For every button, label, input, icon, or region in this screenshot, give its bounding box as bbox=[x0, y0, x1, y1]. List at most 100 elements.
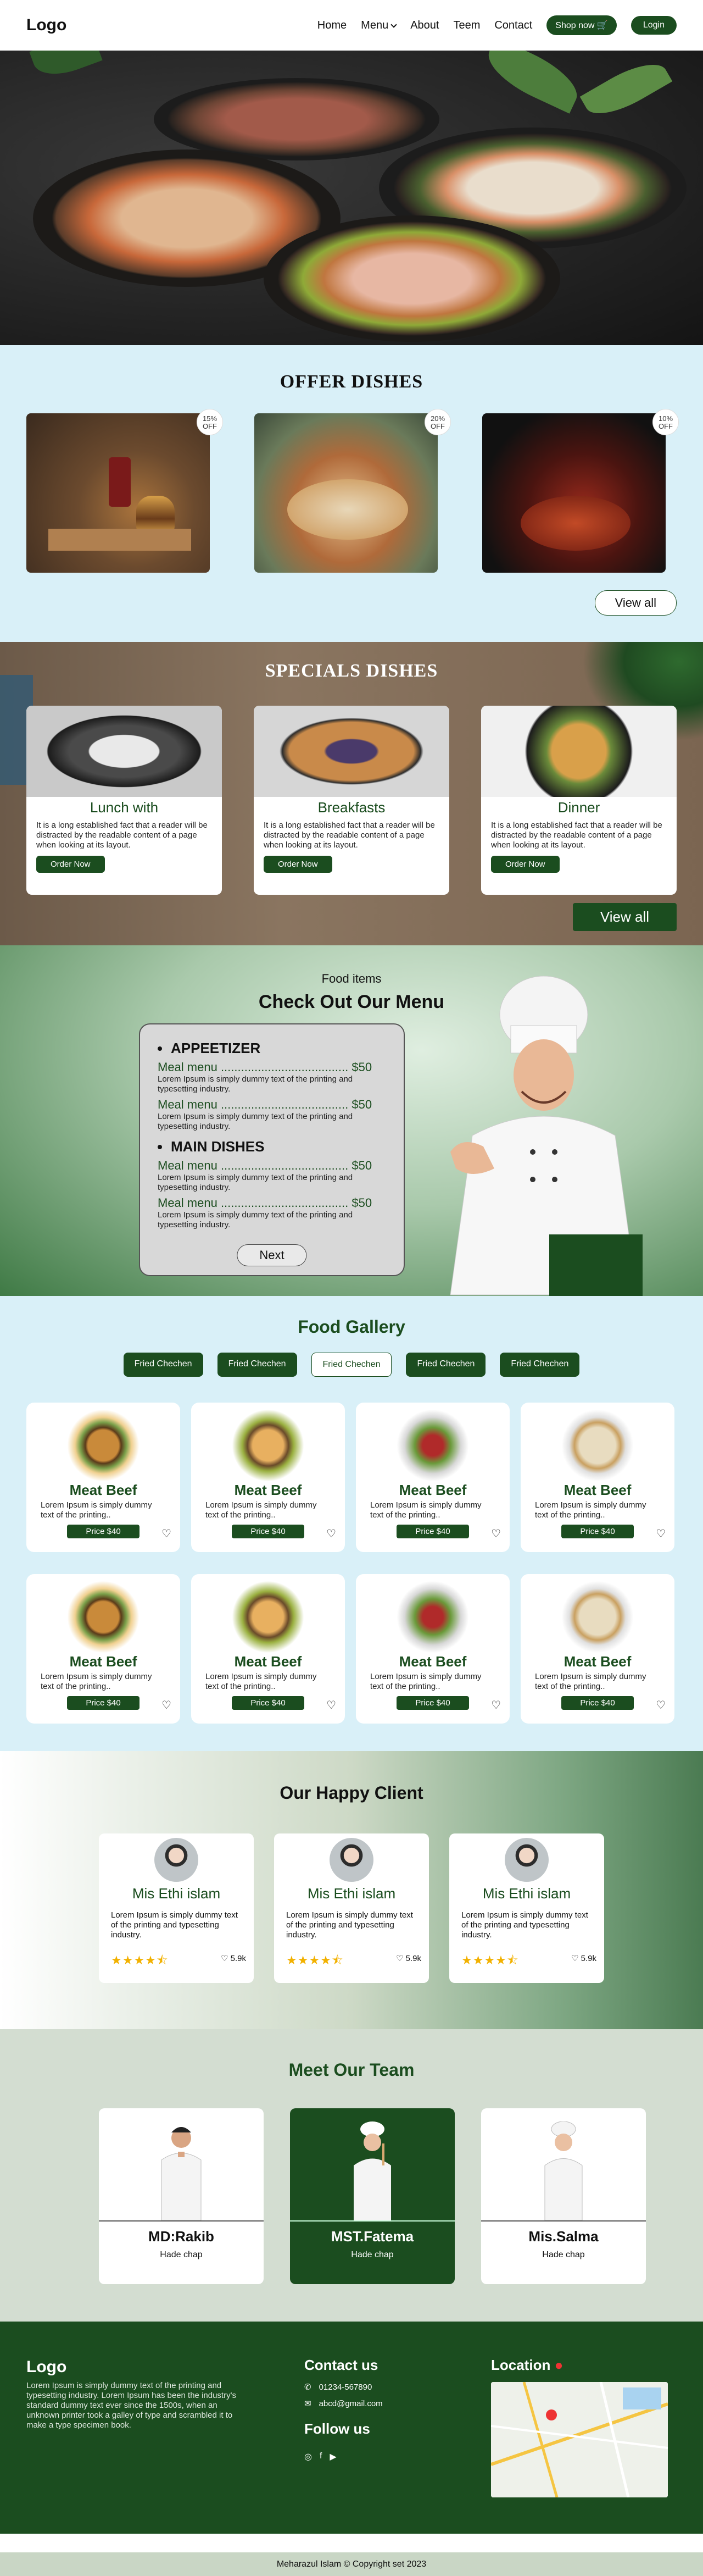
food-card-text: Lorem Ipsum is simply dummy text of the … bbox=[41, 1500, 152, 1520]
food-card-text: Lorem Ipsum is simply dummy text of the … bbox=[535, 1672, 646, 1691]
order-now-button[interactable]: Order Now bbox=[36, 856, 105, 873]
food-card[interactable]: Meat Beef Lorem Ipsum is simply dummy tex… bbox=[521, 1574, 674, 1724]
menu-item[interactable]: Meal menu ..............................… bbox=[158, 1098, 386, 1112]
menu-item[interactable]: Meal menu ..............................… bbox=[158, 1159, 386, 1173]
offer-card[interactable] bbox=[254, 413, 438, 573]
nav-menu[interactable]: Menu bbox=[361, 19, 397, 32]
menu-next-button[interactable]: Next bbox=[237, 1244, 307, 1266]
lunch-image bbox=[26, 706, 222, 797]
site-logo[interactable]: Logo bbox=[26, 16, 66, 35]
offer-title: OFFER DISHES bbox=[280, 372, 423, 392]
gallery-tab[interactable]: Fried Chechen bbox=[123, 1353, 203, 1377]
heart-icon[interactable]: ♡ bbox=[326, 1527, 336, 1541]
special-card[interactable]: Dinner It is a long established fact tha… bbox=[481, 706, 677, 895]
food-card-title: Meat Beef bbox=[69, 1653, 137, 1670]
food-card[interactable]: Meat Beef Lorem Ipsum is simply dummy tex… bbox=[356, 1574, 510, 1724]
price-button[interactable]: Price $40 bbox=[67, 1696, 140, 1710]
heart-icon[interactable]: ♡ bbox=[326, 1698, 336, 1712]
gallery-tab[interactable]: Fried Chechen bbox=[406, 1353, 486, 1377]
footer-logo[interactable]: Logo bbox=[26, 2358, 66, 2376]
likes-count: 5.9k bbox=[230, 1954, 246, 1963]
specials-view-all-button[interactable]: View all bbox=[572, 903, 677, 931]
shop-now-button[interactable]: Shop now 🛒 bbox=[546, 15, 617, 35]
team-card[interactable]: MD:Rakib Hade chap bbox=[99, 2108, 264, 2284]
food-card-text: Lorem Ipsum is simply dummy text of the … bbox=[205, 1672, 317, 1691]
contact-email[interactable]: ✉ abcd@gmail.com bbox=[304, 2398, 383, 2409]
heart-icon[interactable]: ♡ bbox=[656, 1527, 666, 1541]
special-card[interactable]: Lunch with It is a long established fact… bbox=[26, 706, 222, 895]
top-nav: Logo Home Menu About Teem Contact Shop n… bbox=[0, 0, 703, 51]
food-card-title: Meat Beef bbox=[563, 1653, 632, 1670]
location-map[interactable] bbox=[491, 2382, 668, 2497]
heart-icon[interactable]: ♡ bbox=[161, 1527, 171, 1541]
food-card[interactable]: Meat Beef Lorem Ipsum is simply dummy tex… bbox=[356, 1403, 510, 1552]
youtube-icon[interactable]: ▶ bbox=[330, 2451, 336, 2462]
likes-count: 5.9k bbox=[581, 1954, 596, 1963]
facebook-icon[interactable]: f bbox=[320, 2451, 322, 2462]
client-review: Lorem Ipsum is simply dummy text of the … bbox=[286, 1910, 413, 1940]
contact-title: Contact us bbox=[304, 2357, 378, 2373]
client-review: Lorem Ipsum is simply dummy text of the … bbox=[111, 1910, 238, 1940]
avatar bbox=[330, 1838, 373, 1882]
price-button[interactable]: Price $40 bbox=[397, 1525, 469, 1538]
food-card[interactable]: Meat Beef Lorem Ipsum is simply dummy tex… bbox=[26, 1574, 180, 1724]
food-card[interactable]: Meat Beef Lorem Ipsum is simply dummy tex… bbox=[191, 1403, 345, 1552]
cart-icon: 🛒 bbox=[596, 21, 608, 30]
price-button[interactable]: Price $40 bbox=[561, 1696, 634, 1710]
contact-phone[interactable]: ✆ 01234-567890 bbox=[304, 2382, 372, 2392]
offer-card[interactable] bbox=[482, 413, 666, 573]
client-card: Mis Ethi islam Lorem Ipsum is simply dum… bbox=[449, 1833, 604, 1983]
heart-icon[interactable]: ♡ bbox=[656, 1698, 666, 1712]
price-button[interactable]: Price $40 bbox=[397, 1696, 469, 1710]
dish-image bbox=[397, 1409, 469, 1482]
likes[interactable]: ♡ 5.9k bbox=[221, 1953, 246, 1963]
dish-image bbox=[561, 1581, 634, 1653]
gallery-tab-active[interactable]: Fried Chechen bbox=[311, 1353, 392, 1377]
email-address: abcd@gmail.com bbox=[319, 2398, 383, 2408]
menu-item[interactable]: Meal menu ..............................… bbox=[158, 1060, 386, 1074]
menu-item[interactable]: Meal menu ..............................… bbox=[158, 1196, 386, 1210]
offer-card[interactable] bbox=[26, 413, 210, 573]
likes[interactable]: ♡ 5.9k bbox=[396, 1953, 421, 1963]
food-card[interactable]: Meat Beef Lorem Ipsum is simply dummy tex… bbox=[191, 1574, 345, 1724]
client-name: Mis Ethi islam bbox=[482, 1885, 571, 1902]
likes[interactable]: ♡ 5.9k bbox=[571, 1953, 596, 1963]
nav-contact[interactable]: Contact bbox=[494, 19, 532, 32]
leaf-decoration bbox=[29, 51, 103, 83]
team-card-active[interactable]: MST.Fatema Hade chap bbox=[290, 2108, 455, 2284]
team-card[interactable]: Mis.Salma Hade chap bbox=[481, 2108, 646, 2284]
price-button[interactable]: Price $40 bbox=[67, 1525, 140, 1538]
order-now-button[interactable]: Order Now bbox=[264, 856, 332, 873]
heart-icon[interactable]: ♡ bbox=[161, 1698, 171, 1712]
nav-home[interactable]: Home bbox=[317, 19, 347, 32]
heart-icon: ♡ bbox=[221, 1954, 228, 1963]
phone-number: 01234-567890 bbox=[319, 2382, 372, 2392]
follow-title: Follow us bbox=[304, 2420, 370, 2437]
login-button[interactable]: Login bbox=[631, 16, 677, 35]
food-card[interactable]: Meat Beef Lorem Ipsum is simply dummy tex… bbox=[26, 1403, 180, 1552]
gallery-section: Food Gallery Fried Chechen Fried Chechen… bbox=[0, 1296, 703, 1751]
nav-team[interactable]: Teem bbox=[453, 19, 480, 32]
food-card[interactable]: Meat Beef Lorem Ipsum is simply dummy tex… bbox=[521, 1403, 674, 1552]
heart-icon[interactable]: ♡ bbox=[491, 1527, 501, 1541]
nav-about[interactable]: About bbox=[410, 19, 439, 32]
gallery-title: Food Gallery bbox=[298, 1317, 405, 1337]
chef-image bbox=[450, 976, 643, 1296]
offer-view-all-button[interactable]: View all bbox=[594, 590, 677, 616]
menu-item-desc: Lorem Ipsum is simply dummy text of the … bbox=[158, 1210, 353, 1229]
breakfast-image bbox=[254, 706, 449, 797]
hero-banner bbox=[0, 51, 703, 345]
price-button[interactable]: Price $40 bbox=[232, 1696, 304, 1710]
price-button[interactable]: Price $40 bbox=[561, 1525, 634, 1538]
food-card-text: Lorem Ipsum is simply dummy text of the … bbox=[535, 1500, 646, 1520]
gallery-tabs: Fried Chechen Fried Chechen Fried Cheche… bbox=[0, 1353, 703, 1377]
heart-icon[interactable]: ♡ bbox=[491, 1698, 501, 1712]
order-now-button[interactable]: Order Now bbox=[491, 856, 560, 873]
menu-item-price: $50 bbox=[352, 1196, 372, 1210]
dish-image bbox=[287, 479, 408, 540]
gallery-tab[interactable]: Fried Chechen bbox=[217, 1353, 297, 1377]
price-button[interactable]: Price $40 bbox=[232, 1525, 304, 1538]
gallery-tab[interactable]: Fried Chechen bbox=[500, 1353, 580, 1377]
instagram-icon[interactable]: ◎ bbox=[304, 2451, 312, 2462]
special-card[interactable]: Breakfasts It is a long established fact… bbox=[254, 706, 449, 895]
